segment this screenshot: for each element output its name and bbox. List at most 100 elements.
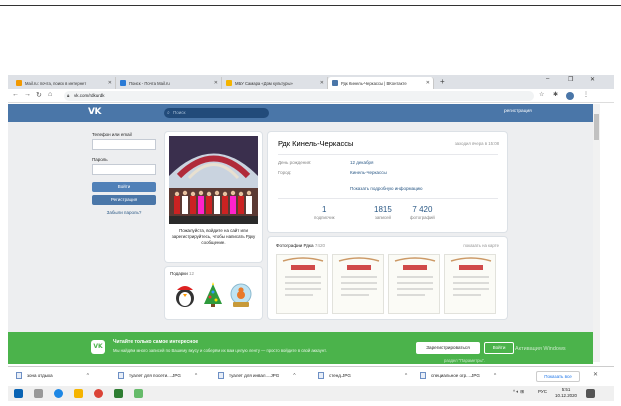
city-row: Город: Кинель-Черкассы (278, 170, 387, 175)
city-value[interactable]: Кинель-Черкассы (350, 170, 387, 175)
chevron-up-icon[interactable]: ^ (195, 373, 197, 379)
new-tab-button[interactable]: + (440, 77, 445, 87)
menu-dots-icon[interactable]: ⋮ (583, 91, 589, 98)
file-icon (118, 372, 124, 379)
close-icon[interactable]: ✕ (108, 80, 112, 86)
show-all-downloads-button[interactable]: Показать все (536, 371, 580, 382)
reload-icon[interactable]: ↻ (36, 91, 42, 99)
download-name: стенд.JPG (329, 373, 351, 378)
window-close-button[interactable]: ✕ (590, 76, 595, 83)
file-icon (318, 372, 324, 379)
drive-favicon-icon (226, 80, 232, 86)
download-item[interactable]: специальное огр....JPG ^ (420, 372, 496, 379)
chevron-up-icon[interactable]: ^ (405, 373, 407, 379)
forgot-password-link[interactable]: Забыли пароль? (92, 210, 156, 215)
birthday-label: День рождения: (278, 160, 312, 165)
download-item[interactable]: туалет для посети....JPG ^ (118, 372, 197, 379)
birthday-value[interactable]: 12 декабря (350, 160, 373, 165)
show-more-info-link[interactable]: Показать подробную информацию (350, 186, 423, 191)
app-icon[interactable] (134, 389, 143, 398)
penguin-gift-icon[interactable] (173, 282, 197, 308)
login-form: Телефон или email Пароль Войти Регистрац… (92, 132, 158, 215)
minimize-button[interactable]: – (546, 76, 549, 82)
show-on-map-link[interactable]: показать на карте (463, 243, 499, 248)
register-button[interactable]: Регистрация (92, 195, 156, 205)
download-item[interactable]: стенд.JPG ^ (318, 372, 407, 379)
search-favicon-icon (120, 80, 126, 86)
downloads-bar: зона отдыха ^ туалет для посети....JPG ^ т… (8, 366, 614, 386)
photo-thumbnail[interactable] (332, 254, 384, 314)
header-register-link[interactable]: регистрация (504, 109, 532, 114)
download-item[interactable]: туалет для инвал....JPG ^ (218, 372, 296, 379)
phone-field[interactable] (92, 139, 156, 150)
language-indicator[interactable]: РУС (538, 389, 547, 394)
password-field[interactable] (92, 164, 156, 175)
chrome-icon[interactable] (94, 389, 103, 398)
system-tray-icons[interactable]: ^ 🔈︎ ⊞ (513, 389, 524, 395)
vk-favicon-icon (332, 80, 338, 86)
login-button[interactable]: Войти (92, 182, 156, 192)
counter-label: подписчик (314, 215, 335, 220)
search-placeholder: Поиск (173, 110, 186, 115)
chevron-up-icon[interactable]: ^ (494, 373, 496, 379)
profile-photo[interactable] (169, 136, 258, 224)
app-icon[interactable] (114, 389, 123, 398)
photos-card: Фотографии Рдка 7420 показать на карте (268, 237, 507, 319)
search-input[interactable]: ⌕ Поиск (164, 108, 269, 118)
photo-thumbnail[interactable] (388, 254, 440, 314)
divider (278, 198, 498, 199)
chevron-up-icon[interactable]: ^ (293, 373, 295, 379)
file-icon (16, 372, 22, 379)
download-name: туалет для посети....JPG (129, 373, 181, 378)
back-arrow-icon[interactable]: ← (12, 91, 19, 98)
scrollbar-thumb[interactable] (594, 114, 599, 140)
christmas-tree-gift-icon[interactable] (202, 282, 224, 308)
extension-icon[interactable]: ✱ (553, 91, 558, 98)
banner-login-button[interactable]: Войти (484, 342, 514, 354)
close-icon[interactable]: ✕ (593, 371, 598, 378)
posts-counter[interactable]: 1815 записей (374, 205, 392, 220)
browser-tab-vk[interactable]: Рдк Кинель-Черкассы | ВКонтакте ✕ (328, 77, 434, 89)
tab-label: Рдк Кинель-Черкассы | ВКонтакте (341, 80, 407, 86)
download-name: туалет для инвал....JPG (229, 373, 280, 378)
phone-label: Телефон или email (92, 132, 132, 137)
vk-logo[interactable]: VK (88, 107, 101, 117)
close-icon[interactable]: ✕ (214, 80, 218, 86)
profile-avatar-icon[interactable] (566, 92, 574, 100)
file-icon (420, 372, 426, 379)
windows-start-icon[interactable] (14, 389, 23, 398)
forward-arrow-icon[interactable]: → (24, 91, 31, 98)
task-view-icon[interactable] (34, 389, 43, 398)
lock-icon: 🔒︎ (67, 93, 70, 98)
gifts-card[interactable]: Подарки 12 (165, 267, 262, 319)
login-prompt-text: Пожалуйста, войдите на сайт или зарегист… (171, 228, 256, 245)
maximize-button[interactable]: ❐ (568, 76, 573, 83)
tab-label: МБУ Самара «Дом культуры» (235, 80, 293, 86)
download-item[interactable]: зона отдыха ^ (16, 372, 89, 379)
home-icon[interactable]: ⌂ (48, 91, 52, 98)
photos-counter[interactable]: 7 420 фотографий (410, 205, 435, 220)
followers-counter[interactable]: 1 подписчик (314, 205, 334, 220)
browser-tab-mail[interactable]: Mail.ru: почта, поиск в интернет ✕ (12, 77, 116, 89)
chevron-up-icon[interactable]: ^ (87, 373, 89, 379)
browser-tab-culture[interactable]: МБУ Самара «Дом культуры» ✕ (222, 77, 328, 89)
close-icon[interactable]: ✕ (320, 80, 324, 86)
banner-register-button[interactable]: Зарегистрироваться (416, 342, 480, 354)
close-icon[interactable]: ✕ (426, 80, 430, 86)
photo-thumbnail[interactable] (276, 254, 328, 314)
star-icon[interactable]: ☆ (539, 91, 544, 98)
photo-thumbnail[interactable] (444, 254, 496, 314)
edge-icon[interactable] (54, 389, 63, 398)
notifications-icon[interactable] (586, 389, 595, 398)
clock[interactable]: 5:51 10.12.2020 (555, 387, 577, 399)
url-input[interactable]: 🔒︎ vk.com/rdkurdk (64, 91, 534, 101)
browser-tab-search[interactable]: Поиск - Почта Mail.ru ✕ (116, 77, 222, 89)
file-explorer-icon[interactable] (74, 389, 83, 398)
photos-title[interactable]: Фотографии Рдка 7420 (276, 243, 325, 248)
last-seen-status: заходил вчера в 15:08 (454, 141, 499, 146)
banner-title: Читайте только самое интересное (113, 339, 199, 345)
download-name: специальное огр....JPG (431, 373, 480, 378)
divider (278, 154, 498, 155)
snow-globe-gift-icon[interactable] (229, 282, 253, 308)
page-scrollbar[interactable] (593, 104, 600, 362)
